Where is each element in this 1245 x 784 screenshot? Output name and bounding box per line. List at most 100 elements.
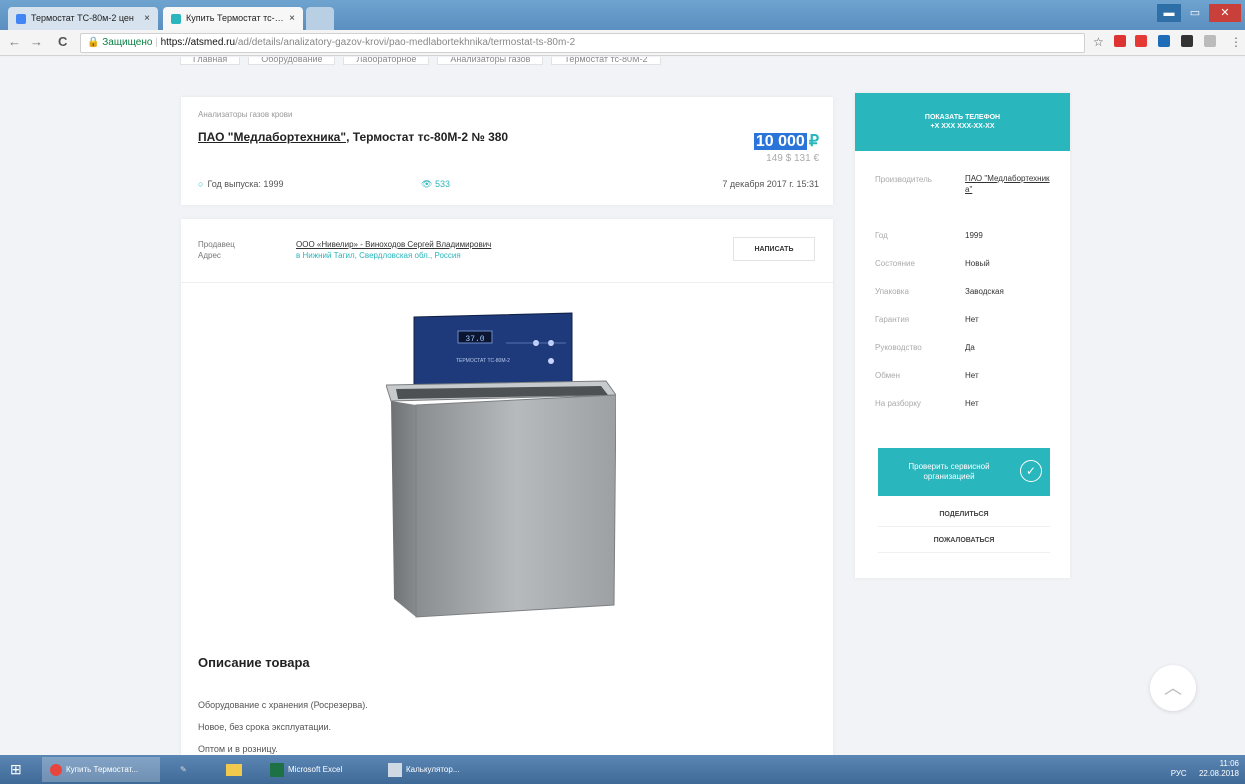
breadcrumb: Главная Оборудование Лабораторное Анализ… xyxy=(180,57,661,65)
breadcrumb-item[interactable]: Термостат тс-80М-2 xyxy=(551,57,661,65)
taskbar-item-tool[interactable]: ✎ xyxy=(172,757,210,782)
seller-name-link[interactable]: ООО «Нивелир» - Виноходов Сергей Владими… xyxy=(296,239,491,250)
description-line: Новое, без срока эксплуатации. xyxy=(198,722,332,732)
spec-label: Состояние xyxy=(875,259,915,268)
extension-5-icon[interactable] xyxy=(1204,35,1216,47)
spec-label: Гарантия xyxy=(875,315,910,324)
excel-icon xyxy=(270,762,284,777)
tab-label: Купить Термостат тс-8С xyxy=(186,13,285,23)
tab-close-icon[interactable]: × xyxy=(144,7,150,30)
spec-value: 1999 xyxy=(965,231,983,240)
scroll-up-button[interactable]: ︿ xyxy=(1150,665,1196,711)
language-indicator[interactable]: РУС xyxy=(1171,769,1187,778)
back-button[interactable]: ← xyxy=(8,34,21,49)
extension-3-icon[interactable] xyxy=(1158,35,1170,47)
tab-1[interactable]: Термостат ТС-80м-2 цен × xyxy=(8,7,158,30)
system-tray: РУС 11:06 22.08.2018 xyxy=(1171,759,1239,779)
ruble-icon: ₽ xyxy=(808,133,819,150)
clock[interactable]: 11:06 22.08.2018 xyxy=(1199,759,1239,779)
listing-main-card: Продавец Адрес ООО «Нивелир» - Виноходов… xyxy=(181,219,833,755)
check-service-label: Проверить сервисной организацией xyxy=(908,462,990,481)
show-phone-label: ПОКАЗАТЬ ТЕЛЕФОН xyxy=(924,114,1001,121)
tab-close-icon[interactable]: × xyxy=(289,7,295,30)
title-text: , Термостат тс-80М-2 № 380 xyxy=(346,130,509,144)
address-bar[interactable]: 🔒 Защищено | https://atsmed.ru/ad/detail… xyxy=(80,33,1085,53)
report-button[interactable]: ПОЖАЛОВАТЬСЯ xyxy=(878,529,1050,553)
seller-address-link[interactable]: в Нижний Тагил, Свердловская обл., Росси… xyxy=(296,250,491,261)
pin-icon: ✎ xyxy=(180,765,187,774)
release-year: ○ Год выпуска: 1999 xyxy=(198,179,283,189)
breadcrumb-item[interactable]: Анализаторы газов xyxy=(437,57,544,65)
breadcrumb-item[interactable]: Лабораторное xyxy=(343,57,430,65)
spec-value: Да xyxy=(965,343,975,352)
forward-button[interactable]: → xyxy=(30,34,43,49)
extension-1-icon[interactable] xyxy=(1114,35,1126,47)
browser-titlebar: Термостат ТС-80м-2 цен × Купить Термоста… xyxy=(0,0,1245,30)
description-title: Описание товара xyxy=(198,655,310,670)
page-content: Главная Оборудование Лабораторное Анализ… xyxy=(0,57,1245,755)
checkmark-icon: ✓ xyxy=(1020,460,1042,482)
reload-button[interactable]: C xyxy=(58,34,67,49)
taskbar-item-label: Купить Термостат... xyxy=(66,765,139,774)
secure-label: 🔒 Защищено xyxy=(87,37,153,48)
browser-toolbar: ← → C 🔒 Защищено | https://atsmed.ru/ad/… xyxy=(0,30,1245,56)
maximize-button[interactable]: ▭ xyxy=(1183,4,1207,22)
manufacturer-spec-link[interactable]: ПАО "Медлабортехник а" xyxy=(965,173,1055,195)
spec-value: Новый xyxy=(965,259,990,268)
tab-2-active[interactable]: Купить Термостат тс-8С × xyxy=(163,7,303,30)
taskbar-item-folder[interactable] xyxy=(218,757,256,782)
release-year-text: Год выпуска: 1999 xyxy=(207,179,284,189)
show-phone-button[interactable]: ПОКАЗАТЬ ТЕЛЕФОН +X XXX XXX-XX-XX xyxy=(855,93,1070,151)
views-value: 533 xyxy=(434,179,450,189)
taskbar-item-calculator[interactable]: Калькулятор... xyxy=(380,757,498,782)
new-tab-button[interactable] xyxy=(306,7,334,30)
listing-title: ПАО "Медлабортехника", Термостат тс-80М-… xyxy=(198,130,508,144)
category-label[interactable]: Анализаторы газов крови xyxy=(198,110,292,119)
control-panel xyxy=(413,312,573,392)
write-message-button[interactable]: НАПИСАТЬ xyxy=(733,237,815,261)
clock-date: 22.08.2018 xyxy=(1198,769,1239,778)
taskbar-item-label: Калькулятор... xyxy=(406,765,460,774)
menu-icon[interactable]: ⋮ xyxy=(1230,35,1242,49)
seller-labels: Продавец Адрес xyxy=(198,239,235,261)
os-taskbar: ⊞ Купить Термостат... ✎ Microsoft Excel … xyxy=(0,755,1245,784)
minimize-button[interactable]: ▬ xyxy=(1157,4,1181,22)
manufacturer-link[interactable]: ПАО "Медлабортехника" xyxy=(198,130,346,144)
window-controls: ▬ ▭ ✕ xyxy=(1157,4,1241,22)
spec-label: Обмен xyxy=(875,371,900,380)
extension-2-icon[interactable] xyxy=(1135,35,1147,47)
taskbar-item-chrome[interactable]: Купить Термостат... xyxy=(42,757,160,782)
alt-price: 149 $ 131 € xyxy=(766,153,819,164)
breadcrumb-item[interactable]: Главная xyxy=(180,57,241,65)
bookmark-star-icon[interactable]: ☆ xyxy=(1093,35,1104,49)
spec-label: Год xyxy=(875,231,888,240)
url-host: https://atsmed.ru xyxy=(160,37,236,48)
display-value: 37.0 xyxy=(465,335,484,344)
product-image[interactable]: 37.0 ТЕРМОСТАТ ТС-80М-2 xyxy=(386,299,616,619)
spec-value: Заводская xyxy=(965,287,1004,296)
spec-label: Упаковка xyxy=(875,287,909,296)
price-value: 10 000 xyxy=(753,133,807,150)
chrome-icon xyxy=(50,763,62,776)
phone-mask: +X XXX XXX-XX-XX xyxy=(930,123,995,130)
spec-value: Нет xyxy=(965,315,979,324)
description-line: Оптом и в розницу. xyxy=(198,744,278,754)
listing-header-card: Анализаторы газов крови ПАО "Медлабортех… xyxy=(181,97,833,205)
close-window-button[interactable]: ✕ xyxy=(1209,4,1241,22)
check-service-button[interactable]: Проверить сервисной организацией ✓ xyxy=(878,448,1050,496)
panel-label: ТЕРМОСТАТ ТС-80М-2 xyxy=(456,358,510,364)
breadcrumb-item[interactable]: Оборудование xyxy=(248,57,336,65)
spec-label: Производитель xyxy=(875,175,932,184)
extension-4-icon[interactable] xyxy=(1181,35,1193,47)
spec-label: Руководство xyxy=(875,343,922,352)
address-label: Адрес xyxy=(198,251,221,260)
price: 10 000 ₽ xyxy=(753,131,819,151)
description-line: Оборудование с хранения (Росрезерва). xyxy=(198,700,368,710)
tab-label: Термостат ТС-80м-2 цен xyxy=(31,13,134,23)
seller-values: ООО «Нивелир» - Виноходов Сергей Владими… xyxy=(296,239,491,261)
spec-label: На разборку xyxy=(875,399,921,408)
cabinet-front xyxy=(415,394,616,618)
share-button[interactable]: ПОДЕЛИТЬСЯ xyxy=(878,503,1050,527)
windows-start-icon[interactable]: ⊞ xyxy=(10,761,22,778)
taskbar-item-excel[interactable]: Microsoft Excel xyxy=(262,757,372,782)
